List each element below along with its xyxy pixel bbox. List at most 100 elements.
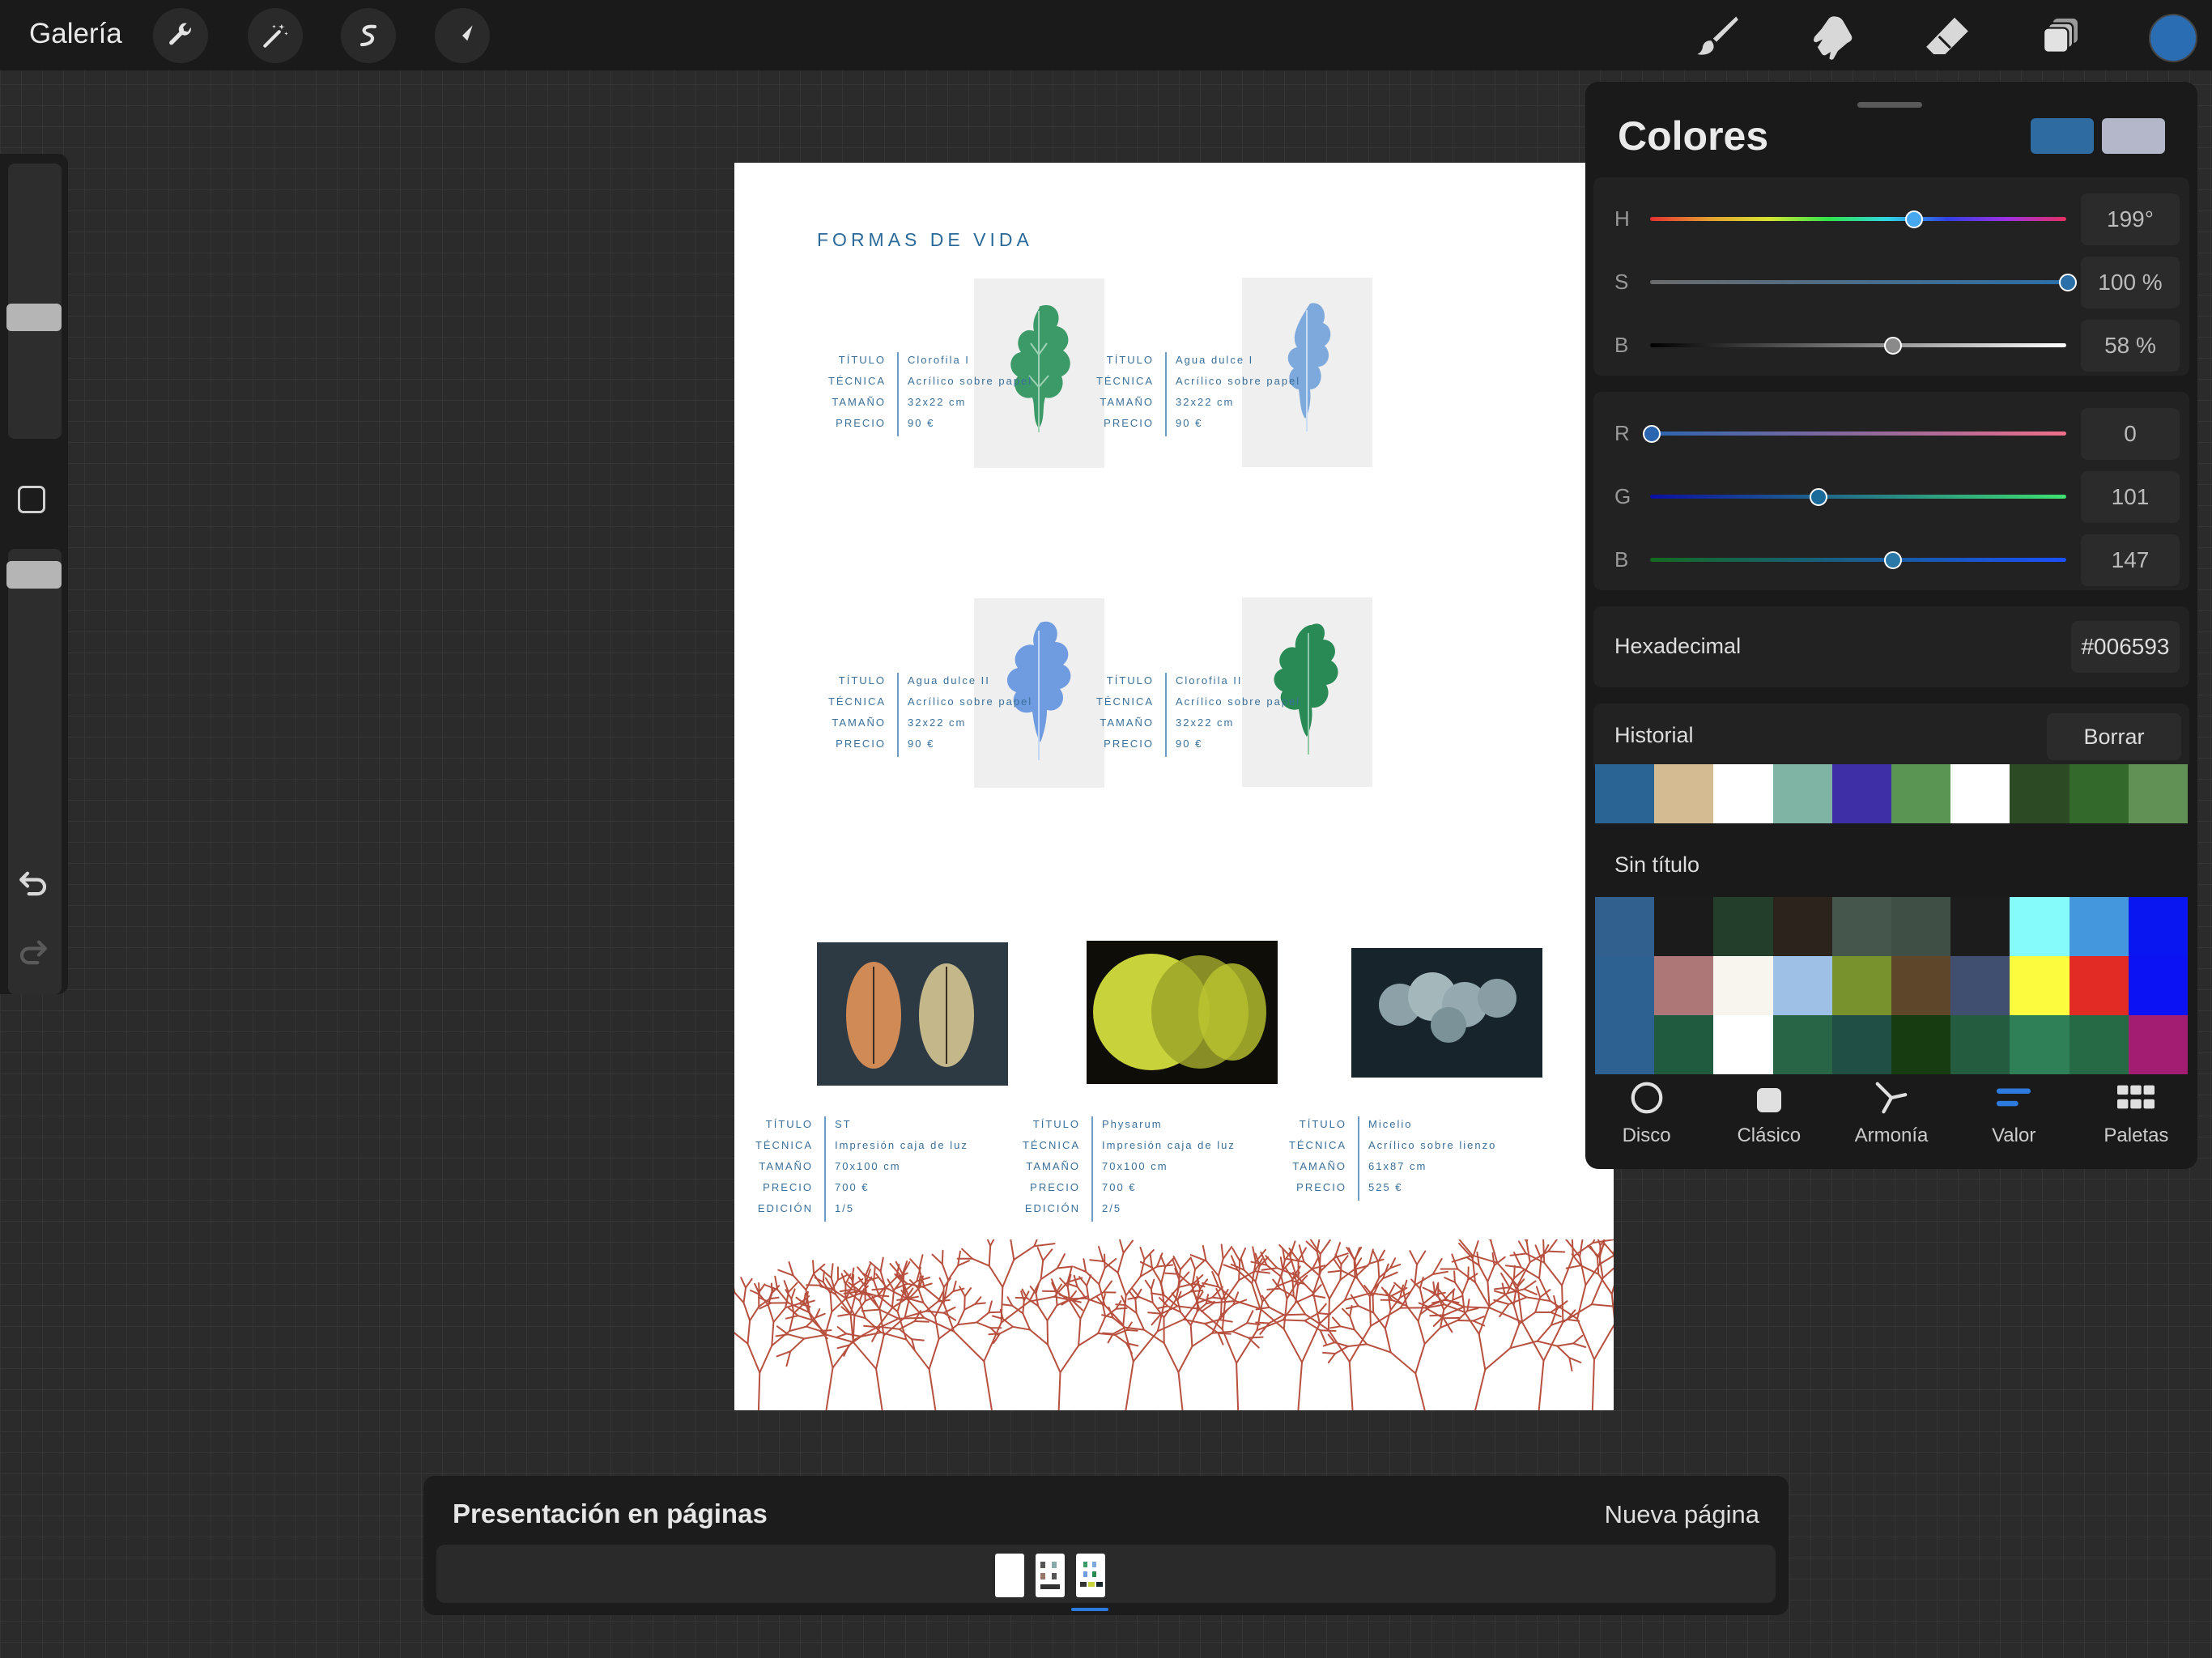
palette-swatch[interactable] [1654, 1015, 1714, 1074]
new-page-button[interactable]: Nueva página [1605, 1500, 1759, 1529]
palette-swatch[interactable] [1891, 956, 1951, 1015]
page-thumbnail-3[interactable] [1076, 1554, 1105, 1597]
rgb-slider-track[interactable] [1650, 432, 2066, 436]
redo-icon[interactable] [16, 935, 50, 973]
palette-swatch[interactable] [1595, 897, 1655, 956]
caption-label: EDICIÓN [757, 1202, 813, 1214]
history-swatch[interactable] [1654, 764, 1714, 823]
caption-value: Clorofila II [1176, 674, 1243, 687]
palette-swatch[interactable] [2010, 956, 2069, 1015]
palette-swatch[interactable] [1772, 897, 1832, 956]
palette-swatch[interactable] [1713, 956, 1773, 1015]
palette-swatch[interactable] [2128, 1015, 2189, 1074]
smudge-icon[interactable] [1806, 10, 1859, 63]
primary-color-swatch[interactable] [2031, 118, 2094, 154]
tab-valor[interactable]: Valor [1953, 1068, 2075, 1165]
hsb-slider-track[interactable] [1650, 217, 2066, 221]
palette-swatch[interactable] [1772, 1015, 1832, 1074]
history-swatch[interactable] [1950, 764, 2010, 823]
canvas-page[interactable]: FORMAS DE VIDA TÍTULO Clorofila I TÉCNICA A… [734, 163, 1614, 1410]
transform-arrow-icon[interactable] [435, 8, 490, 63]
opacity-slider[interactable] [6, 549, 62, 994]
palette-swatch[interactable] [1891, 1015, 1951, 1074]
caption-label: TÉCNICA [827, 375, 886, 387]
palette-swatch[interactable] [2069, 1015, 2129, 1074]
palette-name[interactable]: Sin título [1614, 852, 1699, 878]
hsb-slider-track[interactable] [1650, 280, 2066, 284]
undo-icon[interactable] [16, 866, 50, 904]
top-toolbar: Galería [0, 0, 2212, 70]
history-swatch[interactable] [1831, 764, 1892, 823]
hsb-value-field[interactable]: 58 % [2081, 320, 2180, 372]
rgb-slider-track[interactable] [1650, 558, 2066, 562]
hsb-value-field[interactable]: 100 % [2081, 257, 2180, 308]
history-swatch[interactable] [2069, 764, 2129, 823]
panel-grabber[interactable] [1857, 102, 1922, 108]
rgb-slider-track[interactable] [1650, 495, 2066, 499]
rgb-slider-thumb[interactable] [1643, 425, 1661, 443]
palette-swatch[interactable] [2069, 897, 2129, 956]
palette-swatch[interactable] [2010, 1015, 2069, 1074]
hsb-slider-thumb[interactable] [2059, 274, 2077, 291]
selection-s-icon[interactable] [341, 8, 396, 63]
palette-swatch[interactable] [1831, 1015, 1892, 1074]
history-swatch[interactable] [1595, 764, 1655, 823]
left-sidebar [0, 154, 68, 994]
page-thumbnail-1[interactable] [995, 1554, 1024, 1597]
rgb-value-field[interactable]: 0 [2081, 408, 2180, 460]
palette-swatch[interactable] [2128, 956, 2189, 1015]
rgb-slider-thumb[interactable] [1884, 551, 1903, 569]
palette-swatch[interactable] [1772, 956, 1832, 1015]
magic-wand-icon[interactable] [248, 8, 303, 63]
opacity-thumb[interactable] [6, 561, 62, 589]
caption-value: Acrílico sobre papel [1176, 375, 1301, 387]
tab-paletas[interactable]: Paletas [2075, 1068, 2197, 1165]
tab-disco[interactable]: Disco [1585, 1068, 1708, 1165]
tab-clásico[interactable]: Clásico [1708, 1068, 1830, 1165]
secondary-color-swatch[interactable] [2102, 118, 2165, 154]
brush-size-slider[interactable] [6, 164, 62, 439]
palette-swatch[interactable] [1595, 956, 1655, 1015]
history-swatch[interactable] [1891, 764, 1951, 823]
rgb-value-field[interactable]: 101 [2081, 471, 2180, 523]
tab-armonía[interactable]: Armonía [1830, 1068, 1952, 1165]
palette-swatch[interactable] [1950, 1015, 2010, 1074]
history-swatch[interactable] [2010, 764, 2069, 823]
rgb-value-field[interactable]: 147 [2081, 534, 2180, 586]
wrench-icon[interactable] [153, 8, 208, 63]
palette-swatch[interactable] [1713, 1015, 1773, 1074]
hsb-value-field[interactable]: 199° [2081, 193, 2180, 245]
palette-swatch[interactable] [1654, 897, 1714, 956]
modify-square-button[interactable] [18, 486, 45, 513]
history-swatch[interactable] [1713, 764, 1773, 823]
palette-swatch[interactable] [1891, 897, 1951, 956]
history-swatch[interactable] [1772, 764, 1832, 823]
hsb-slider-thumb[interactable] [1904, 210, 1923, 228]
palette-swatch[interactable] [2128, 897, 2189, 956]
brush-size-thumb[interactable] [6, 304, 62, 331]
caption-value: 90 € [1176, 417, 1203, 429]
palette-swatch[interactable] [1950, 956, 2010, 1015]
caption-value: 1/5 [835, 1202, 855, 1214]
palette-swatch[interactable] [1595, 1015, 1655, 1074]
palette-swatch[interactable] [1950, 897, 2010, 956]
palette-swatch[interactable] [1654, 956, 1714, 1015]
clear-history-button[interactable]: Borrar [2047, 713, 2181, 760]
palette-swatch[interactable] [2010, 897, 2069, 956]
hsb-slider-track[interactable] [1650, 343, 2066, 347]
palette-swatch[interactable] [2069, 956, 2129, 1015]
brush-icon[interactable] [1691, 10, 1744, 63]
eraser-icon[interactable] [1921, 10, 1974, 63]
palette-swatch[interactable] [1831, 956, 1892, 1015]
palette-swatch[interactable] [1713, 897, 1773, 956]
caption-value: Acrílico sobre papel [908, 375, 1033, 387]
gallery-button[interactable]: Galería [29, 18, 122, 50]
hex-input[interactable]: #006593 [2071, 621, 2180, 673]
current-color-button[interactable] [2149, 14, 2197, 62]
history-swatch[interactable] [2128, 764, 2189, 823]
layers-icon[interactable] [2034, 10, 2087, 63]
page-thumbnail-2[interactable] [1036, 1554, 1065, 1597]
hsb-slider-thumb[interactable] [1884, 337, 1903, 355]
rgb-slider-thumb[interactable] [1809, 488, 1827, 506]
palette-swatch[interactable] [1831, 897, 1892, 956]
